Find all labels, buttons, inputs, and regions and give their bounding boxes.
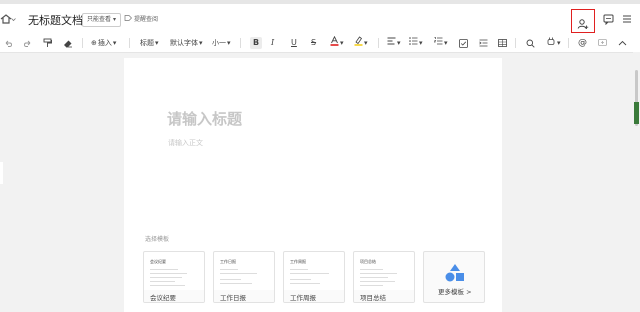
template-card-label: 工作周报 — [290, 294, 316, 302]
plus-circle-icon: ⊕ — [91, 39, 97, 47]
chevron-down-icon: ▾ — [113, 16, 117, 23]
template-thumbnail: 会议纪要 — [150, 259, 196, 286]
chevron-down-icon: ▾ — [112, 39, 117, 47]
chevron-down-icon: ▾ — [155, 39, 159, 47]
remind-button[interactable]: 提醒查阅 — [124, 14, 158, 23]
bullet-list-icon — [409, 37, 418, 49]
menu-icon[interactable] — [622, 12, 632, 26]
search-icon[interactable] — [526, 37, 535, 49]
align-button[interactable]: ▾ — [387, 37, 401, 49]
font-family-label: 默认字体 — [170, 39, 198, 47]
numbered-list-icon — [433, 37, 443, 49]
tag-icon — [124, 14, 132, 23]
underline-button[interactable]: U — [291, 37, 297, 49]
chevron-down-icon: ▾ — [397, 39, 401, 47]
template-card-label: 工作日报 — [220, 294, 246, 302]
plugin-button[interactable]: ▾ — [546, 37, 561, 49]
template-card-daily-report[interactable]: 工作日报 工作日报 — [213, 251, 275, 303]
font-size-label: 小一 — [212, 39, 226, 47]
chevron-down-icon: ▾ — [199, 39, 203, 47]
bullet-list-button[interactable]: ▾ — [409, 37, 423, 49]
toolbar-divider — [129, 38, 130, 48]
highlight-button[interactable]: ▾ — [354, 36, 368, 50]
format-painter-icon[interactable] — [43, 37, 52, 49]
template-card-weekly-report[interactable]: 工作周报 工作周报 — [283, 251, 345, 303]
template-card-meeting[interactable]: 会议纪要 会议纪要 — [143, 251, 205, 303]
collapse-toolbar-icon[interactable] — [618, 37, 627, 49]
format-toolbar: ⊕ 插入 ▾ 标题 ▾ 默认字体 ▾ 小一 ▾ B I U S ▾ ▾ ▾ ▾ … — [0, 34, 640, 53]
align-left-icon — [387, 37, 396, 49]
font-family-dropdown[interactable]: 默认字体 ▾ — [170, 37, 203, 49]
permission-dropdown[interactable]: 只能查看 ▾ — [82, 13, 122, 27]
more-templates-card[interactable]: 更多模板 > — [423, 251, 485, 303]
scroll-position-marker — [634, 102, 639, 124]
shapes-icon — [443, 263, 467, 287]
clear-format-icon[interactable] — [63, 37, 73, 49]
comment-icon[interactable] — [603, 12, 614, 26]
chevron-down-icon: ▾ — [557, 39, 561, 47]
collaborator-button[interactable] — [571, 9, 595, 33]
toolbar-divider — [515, 38, 516, 48]
heading-label: 标题 — [140, 39, 154, 47]
template-thumbnail: 工作日报 — [220, 259, 266, 284]
mention-icon[interactable]: @ — [578, 37, 587, 49]
remind-label: 提醒查阅 — [134, 16, 159, 23]
font-color-button[interactable]: ▾ — [330, 35, 344, 50]
body-placeholder[interactable]: 请输入正文 — [168, 138, 203, 148]
header-bar: 无标题文档 只能查看 ▾ 提醒查阅 — [0, 4, 640, 34]
indent-icon[interactable] — [479, 37, 488, 49]
more-templates-label: 更多模板 > — [438, 288, 472, 296]
template-thumbnail: 工作周报 — [290, 259, 336, 284]
side-panel-handle[interactable] — [0, 162, 3, 184]
permission-label: 只能查看 — [87, 16, 112, 23]
home-dropdown-icon[interactable] — [11, 12, 16, 26]
chevron-down-icon: ▾ — [364, 39, 368, 47]
add-comment-icon[interactable] — [598, 37, 607, 49]
italic-button[interactable]: I — [271, 37, 274, 49]
toolbar-divider — [82, 38, 83, 48]
insert-label: 插入 — [97, 39, 112, 47]
template-card-project-summary[interactable]: 项目总结 项目总结 — [353, 251, 415, 303]
font-size-dropdown[interactable]: 小一 ▾ — [212, 37, 231, 49]
numbered-list-button[interactable]: ▾ — [433, 37, 448, 49]
highlighter-icon — [354, 36, 363, 50]
chevron-down-icon: ▾ — [419, 39, 423, 47]
heading-dropdown[interactable]: 标题 ▾ — [140, 37, 159, 49]
plug-icon — [546, 37, 556, 50]
chevron-down-icon: ▾ — [444, 39, 448, 47]
chevron-down-icon: ▾ — [340, 39, 344, 47]
table-icon[interactable] — [498, 37, 507, 49]
template-card-label: 项目总结 — [360, 294, 386, 302]
template-section-label: 选择模板 — [145, 236, 170, 243]
undo-icon[interactable] — [4, 37, 13, 49]
toolbar-divider — [240, 38, 241, 48]
title-placeholder[interactable]: 请输入标题 — [167, 108, 242, 129]
add-user-icon — [577, 15, 589, 34]
chevron-down-icon: ▾ — [227, 39, 231, 47]
strikethrough-button[interactable]: S — [311, 37, 316, 49]
template-card-label: 会议纪要 — [150, 294, 176, 302]
redo-icon[interactable] — [23, 37, 32, 49]
toolbar-divider — [568, 38, 569, 48]
document-title[interactable]: 无标题文档 — [28, 12, 83, 28]
checkbox-list-icon[interactable] — [459, 37, 468, 49]
template-thumbnail: 项目总结 — [360, 259, 406, 286]
insert-button[interactable]: ⊕ 插入 ▾ — [91, 37, 116, 49]
toolbar-divider — [378, 38, 379, 48]
bold-button[interactable]: B — [250, 37, 262, 49]
font-color-icon — [330, 35, 339, 50]
